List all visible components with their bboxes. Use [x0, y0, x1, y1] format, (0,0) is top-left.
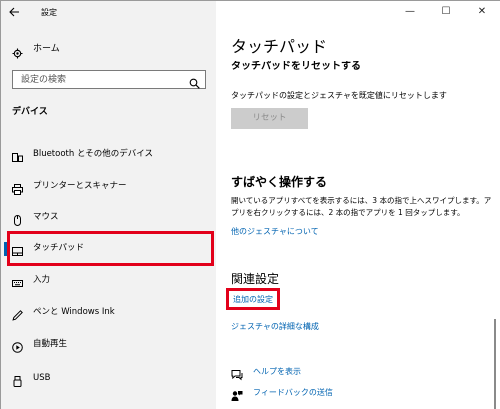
additional-settings-link[interactable]: 追加の設定: [233, 294, 273, 305]
reset-heading: タッチパッドをリセットする: [231, 61, 361, 70]
search-placeholder: 設定の検索: [21, 75, 67, 85]
autoplay-icon: [12, 338, 23, 353]
sidebar-item-label: マウス: [33, 212, 59, 222]
sidebar-item-typing[interactable]: 入力: [1, 269, 216, 291]
maximize-icon[interactable]: ☐: [439, 5, 453, 19]
sidebar-item-label: 入力: [33, 275, 51, 285]
sidebar-item-bluetooth[interactable]: Bluetooth とその他のデバイス: [1, 143, 216, 165]
mouse-icon: [12, 211, 23, 226]
window-controls: — ☐ ✕: [391, 1, 500, 25]
usb-icon: [12, 372, 23, 387]
related-settings-heading: 関連設定: [231, 272, 280, 286]
sidebar-item-label: ホーム: [33, 44, 60, 54]
sidebar-item-label: USB: [33, 373, 51, 383]
minimize-icon[interactable]: —: [403, 5, 417, 19]
content-pane: — ☐ ✕ タッチパッド タッチパッドをリセットする タッチパッドの設定とジェス…: [216, 1, 500, 409]
sidebar-item-mouse[interactable]: マウス: [1, 206, 216, 228]
sidebar-item-autoplay[interactable]: 自動再生: [1, 333, 216, 355]
sidebar-item-label: Bluetooth とその他のデバイス: [33, 149, 153, 159]
sidebar-item-label: ペンと Windows Ink: [33, 307, 115, 317]
printer-icon: [12, 180, 23, 195]
reset-description: タッチパッドの設定とジェスチャを既定値にリセットします: [231, 91, 447, 100]
app-title: 設定: [41, 8, 57, 17]
home-gear-icon: [12, 44, 23, 59]
sidebar: 設定 ホーム 設定の検索 デバイス Bluetooth とその他のデバイス プリ: [1, 1, 216, 409]
advanced-gesture-config-link[interactable]: ジェスチャの詳細な構成: [231, 321, 319, 332]
help-link-label: ヘルプを表示: [253, 367, 301, 376]
feedback-icon: [231, 387, 243, 401]
sidebar-item-usb[interactable]: USB: [1, 367, 216, 389]
quick-actions-description: 開いているアプリすべてを表示するには、3 本の指で上へスワイプします。アプリを右…: [231, 196, 492, 217]
sidebar-item-label: プリンターとスキャナー: [33, 181, 127, 191]
pen-icon: [12, 306, 23, 321]
scrollbar[interactable]: [494, 319, 496, 409]
highlight-frame: [7, 231, 214, 266]
help-chat-icon: [231, 366, 243, 381]
settings-window: 設定 ホーム 設定の検索 デバイス Bluetooth とその他のデバイス プリ: [0, 0, 500, 409]
feedback-link-label: フィードバックの送信: [253, 388, 333, 397]
sidebar-item-pen[interactable]: ペンと Windows Ink: [1, 301, 216, 323]
reset-button[interactable]: リセット: [231, 108, 308, 129]
get-help-link[interactable]: ヘルプを表示: [231, 365, 431, 381]
sidebar-item-label: 自動再生: [33, 339, 68, 349]
search-input[interactable]: 設定の検索: [12, 70, 206, 89]
sidebar-item-printers[interactable]: プリンターとスキャナー: [1, 175, 216, 197]
search-icon[interactable]: [189, 74, 200, 89]
section-heading: デバイス: [12, 107, 48, 117]
keyboard-icon: [12, 274, 23, 287]
more-gestures-link[interactable]: 他のジェスチャについて: [231, 226, 319, 237]
quick-actions-heading: すばやく操作する: [231, 175, 328, 189]
bluetooth-devices-icon: [12, 148, 23, 162]
close-icon[interactable]: ✕: [475, 5, 489, 19]
send-feedback-link[interactable]: フィードバックの送信: [231, 386, 431, 401]
page-title: タッチパッド: [231, 37, 328, 56]
back-arrow-icon[interactable]: [7, 6, 21, 20]
sidebar-item-home[interactable]: ホーム: [1, 39, 216, 61]
